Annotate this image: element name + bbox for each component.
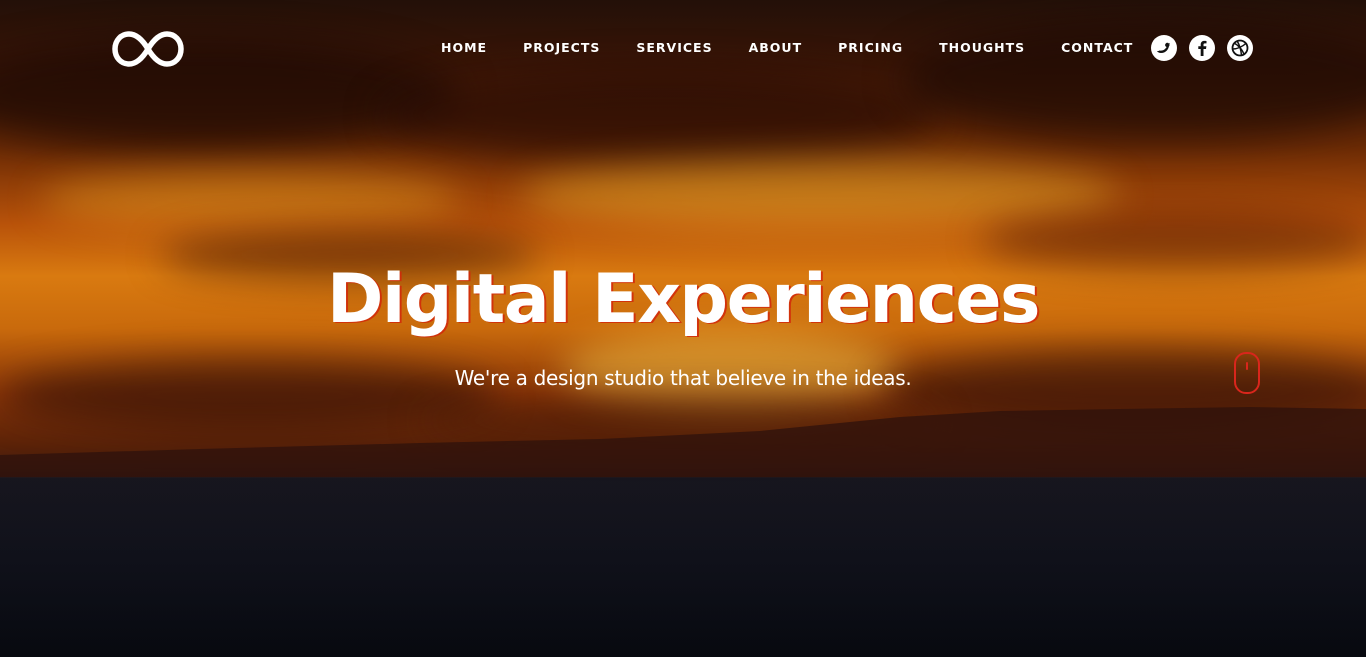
cloud-layer [0, 40, 460, 150]
mouse-scroll-icon[interactable] [1234, 352, 1260, 394]
nav-item-pricing[interactable]: PRICING [820, 38, 921, 58]
hero-subtitle: We're a design studio that believe in th… [454, 366, 912, 390]
dribbble-icon[interactable] [1227, 35, 1253, 61]
nav-item-services[interactable]: SERVICES [618, 38, 730, 58]
main-nav: HOME PROJECTS SERVICES ABOUT PRICING THO… [423, 38, 1151, 58]
facebook-icon[interactable] [1189, 35, 1215, 61]
mountain-silhouette [0, 407, 1366, 477]
nav-item-about[interactable]: ABOUT [731, 38, 821, 58]
hero-title: Digital Experiences [327, 260, 1041, 339]
cloud-layer [420, 400, 940, 440]
cloud-layer [40, 170, 460, 230]
nav-item-home[interactable]: HOME [423, 38, 505, 58]
cloud-layer [380, 70, 940, 160]
social-links [1151, 35, 1253, 61]
sea [0, 477, 1366, 657]
cloud-layer [520, 160, 1120, 230]
scroll-wheel [1246, 362, 1248, 370]
twitter-bird-icon[interactable] [1151, 35, 1177, 61]
nav-item-projects[interactable]: PROJECTS [505, 38, 618, 58]
nav-item-thoughts[interactable]: THOUGHTS [921, 38, 1043, 58]
nav-item-contact[interactable]: CONTACT [1043, 38, 1151, 58]
infinity-logo-icon[interactable] [112, 28, 184, 70]
hero-section: HOME PROJECTS SERVICES ABOUT PRICING THO… [0, 0, 1366, 657]
